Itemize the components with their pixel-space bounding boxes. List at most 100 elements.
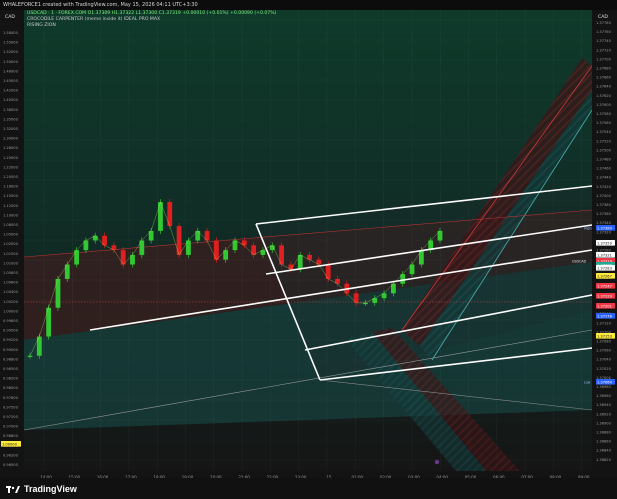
- left-axis-tick-label: 1.01500: [3, 252, 19, 256]
- right-axis-tick-label: 1.37380: [596, 203, 612, 207]
- right-axis-tick-label: 1.37420: [596, 185, 612, 189]
- right-axis-tick-label: 1.37360: [596, 212, 612, 216]
- left-axis-tick-label: 1.00800: [3, 271, 19, 275]
- right-axis-tick-label: 1.36980: [596, 385, 612, 389]
- right-axis-tick-label: 1.37580: [596, 112, 612, 116]
- candle-body: [176, 226, 182, 255]
- left-axis-tick-label: 1.00400: [3, 290, 19, 294]
- right-axis-tick-label: 1.36940: [596, 403, 612, 407]
- right-axis-tick-label: 1.37340: [596, 221, 612, 225]
- left-axis-tick-label: 1.40000: [3, 98, 19, 102]
- right-axis-tick-label: 1.36900: [596, 421, 612, 425]
- candle-body: [120, 250, 126, 265]
- price-label-value: 1.37267: [597, 274, 612, 278]
- left-axis-tick-label: 1.35000: [3, 117, 19, 121]
- right-axis-tick-label: 1.37620: [596, 94, 612, 98]
- legend-sub-line: RISING ZION: [27, 23, 56, 28]
- price-label-value: 1.37247: [597, 284, 612, 288]
- right-axis-tick-label: 1.36880: [596, 431, 612, 435]
- right-axis-tick-label: 1.37700: [596, 57, 612, 61]
- left-axis-tick-label: 1.58000: [3, 31, 19, 35]
- left-axis-tick-label: 0.99000: [3, 348, 19, 352]
- right-axis-tick-label: 1.37740: [596, 39, 612, 43]
- right-axis-tick-label: 1.37440: [596, 176, 612, 180]
- left-axis-tick-label: 1.25000: [3, 156, 19, 160]
- right-axis-tick-label: 1.36920: [596, 412, 612, 416]
- right-axis-tick-label: 1.37540: [596, 130, 612, 134]
- left-axis-tick-label: 1.05000: [3, 233, 19, 237]
- right-axis-tick-label: 1.36820: [596, 458, 612, 462]
- right-axis-tick-label: 1.37640: [596, 85, 612, 89]
- right-axis-tick-label: 1.37520: [596, 139, 612, 143]
- chart-legend: USDCAD · 1 · FOREX.COM O1.37309 H1.37322…: [27, 11, 276, 29]
- left-axis-tick-label: 0.98200: [3, 377, 19, 381]
- left-axis-tick-label: 1.01000: [3, 261, 19, 265]
- left-axis-tick-label: 1.08000: [3, 223, 19, 227]
- left-axis-tick-label: 1.45000: [3, 79, 19, 83]
- tradingview-logo-icon: [6, 485, 20, 493]
- candle-body: [64, 264, 70, 279]
- price-label-name: Low: [584, 380, 591, 384]
- candle-body: [55, 278, 61, 308]
- header-caption: WHALEFORCE1 created with TradingView.com…: [0, 0, 617, 10]
- right-axis-tick-label: 1.36960: [596, 394, 612, 398]
- tradingview-logo[interactable]: TradingView: [6, 482, 77, 496]
- left-axis-tick-label: 1.48000: [3, 69, 19, 73]
- price-label-value: 1.37064: [597, 380, 613, 384]
- price-label-name: USDCAD: [572, 259, 587, 263]
- price-label-value: 1.37153: [597, 334, 612, 338]
- left-axis-tick-label: 1.15000: [3, 194, 19, 198]
- right-axis-tick-label: 1.37560: [596, 121, 612, 125]
- price-label-value: 1.37283: [597, 266, 612, 270]
- candle-body: [167, 202, 173, 227]
- price-label-value: 1.37229: [597, 294, 613, 298]
- price-label-value: 1.37359: [597, 241, 613, 245]
- footer-bar: [0, 478, 617, 499]
- price-chart[interactable]: 1.58000 1.55000 1.52000 1.50000 1.48000 1.450…: [0, 10, 617, 488]
- right-axis-tick-label: 1.37500: [596, 148, 612, 152]
- left-axis-tick-label: 0.98000: [3, 386, 19, 390]
- event-marker-icon[interactable]: [434, 459, 440, 465]
- left-currency-label: CAD: [5, 14, 15, 20]
- right-axis-tick-label: 1.37020: [596, 367, 612, 371]
- right-axis-tick-label: 1.37320: [596, 230, 612, 234]
- price-label-name: High: [584, 226, 592, 230]
- left-axis-tick-label: 0.97000: [3, 425, 19, 429]
- chart-screenshot: WHALEFORCE1 created with TradingView.com…: [0, 0, 617, 499]
- right-axis-tick-label: 1.37280: [596, 249, 612, 253]
- right-axis-tick-label: 1.37060: [596, 349, 612, 353]
- right-axis-tick-label: 1.37680: [596, 67, 612, 71]
- left-axis-tick-label: 1.30000: [3, 137, 19, 141]
- left-axis-tick-label: 1.50000: [3, 60, 19, 64]
- left-axis-tick-label: 1.02000: [3, 242, 19, 246]
- left-axis-tick-label: 1.42000: [3, 89, 19, 93]
- price-label-value: 1.37380: [597, 226, 613, 230]
- left-axis-tick-label: 1.22000: [3, 165, 19, 169]
- right-axis-tick-label: 1.37760: [596, 30, 612, 34]
- left-axis-badge-value: 1.00000: [2, 442, 18, 446]
- right-axis-tick-label: 1.36860: [596, 440, 612, 444]
- price-label-value: 1.37178: [597, 314, 613, 318]
- left-axis-tick-label: 0.96200: [3, 453, 19, 457]
- left-axis-tick-label: 1.20000: [3, 175, 19, 179]
- candle-body: [213, 240, 219, 260]
- left-axis-tick-label: 0.99800: [3, 319, 19, 323]
- left-axis-tick-label: 1.55000: [3, 41, 19, 45]
- left-axis-tick-label: 0.99200: [3, 338, 19, 342]
- candle-body: [279, 245, 284, 265]
- left-axis-tick-label: 0.96800: [3, 434, 19, 438]
- left-axis-tick-label: 0.97500: [3, 405, 19, 409]
- right-axis-tick-label: 1.37080: [596, 340, 612, 344]
- candle-body: [325, 264, 331, 279]
- right-axis-tick-label: 1.37460: [596, 167, 612, 171]
- right-axis-tick-label: 1.37120: [596, 321, 612, 325]
- right-axis-tick-label: 1.37660: [596, 76, 612, 80]
- left-axis-tick-label: 0.96000: [3, 463, 19, 467]
- left-axis-tick-label: 0.97800: [3, 396, 19, 400]
- left-axis-tick-label: 1.38000: [3, 108, 19, 112]
- right-axis-tick-label: 1.37720: [596, 48, 612, 52]
- right-axis-tick-label: 1.36840: [596, 449, 612, 453]
- left-axis-tick-label: 1.10000: [3, 213, 19, 217]
- left-axis-tick-label: 1.00000: [3, 309, 19, 313]
- left-axis-tick-label: 1.52000: [3, 50, 19, 54]
